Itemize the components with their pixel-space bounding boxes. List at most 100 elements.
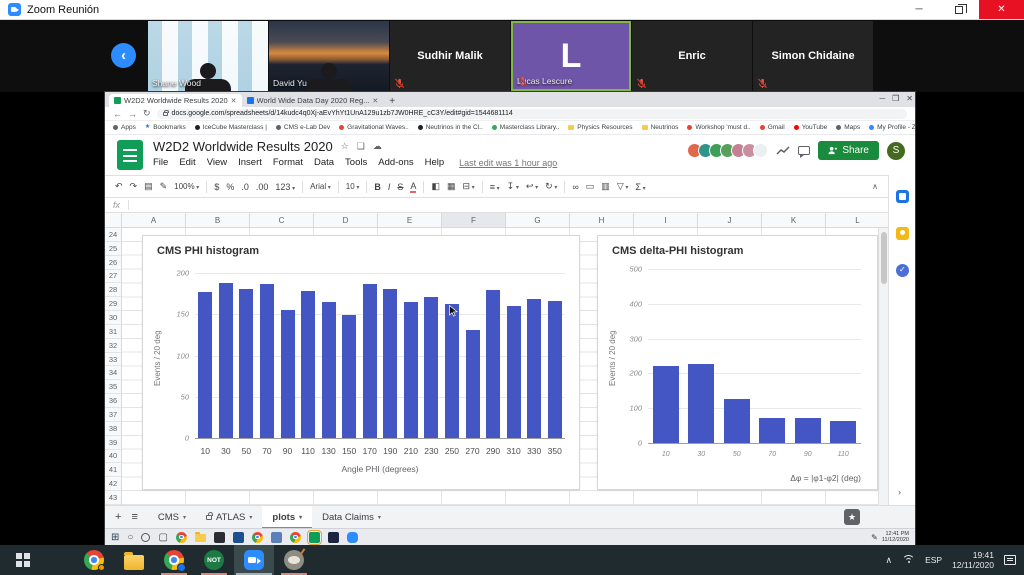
row-header-35[interactable]: 35 — [105, 380, 121, 394]
address-bar[interactable]: docs.google.com/spreadsheets/d/14kudc4q0… — [157, 109, 907, 119]
strikethrough-icon[interactable]: S — [397, 182, 403, 192]
bookmark-item[interactable]: Gravitational Waves.. — [339, 124, 409, 131]
merge-cells-icon[interactable]: ⊟ ▾ — [462, 181, 474, 192]
menu-view[interactable]: View — [207, 157, 227, 168]
search-icon[interactable]: ○ — [127, 532, 133, 543]
bold-icon[interactable]: B — [374, 182, 381, 192]
side-panel-expand-icon[interactable]: › — [898, 487, 901, 497]
chrome-icon[interactable] — [252, 532, 263, 543]
star-icon[interactable]: ☆ — [341, 141, 349, 152]
functions-icon[interactable]: Σ ▾ — [635, 182, 645, 192]
participant-tile[interactable]: Simon Chidaine — [753, 21, 873, 91]
column-header-D[interactable]: D — [314, 213, 378, 227]
bookmark-item[interactable]: CMS e-Lab Dev — [276, 124, 330, 131]
sheet-tab-caret-icon[interactable]: ▾ — [378, 514, 381, 521]
chrome-restore-button[interactable]: ❒ — [892, 94, 899, 103]
bookmark-item[interactable]: ★Bookmarks — [145, 124, 186, 131]
row-header-33[interactable]: 33 — [105, 353, 121, 367]
zoom-icon[interactable] — [347, 532, 358, 543]
paint-format-icon[interactable]: ✎ — [160, 181, 168, 192]
app-navy-icon[interactable] — [328, 532, 339, 543]
bookmark-item[interactable]: My Profile - Zoom — [869, 124, 915, 131]
text-color-icon[interactable]: A — [410, 181, 416, 193]
bookmark-item[interactable]: Neutrinos in the Cl.. — [418, 124, 483, 131]
tab-close-icon[interactable]: ✕ — [231, 97, 237, 105]
column-header-I[interactable]: I — [634, 213, 698, 227]
file-explorer-icon-slot[interactable] — [114, 545, 154, 575]
collapse-video-strip-button[interactable]: ‹ — [111, 43, 136, 68]
sheet-tab-plots[interactable]: plots▾ — [262, 506, 312, 529]
currency-icon[interactable]: $ — [214, 182, 219, 192]
scrollbar-thumb[interactable] — [881, 232, 887, 284]
row-header-25[interactable]: 25 — [105, 242, 121, 256]
app-blue-icon[interactable] — [233, 532, 244, 543]
minimize-button[interactable]: ─ — [899, 0, 939, 19]
participant-tile[interactable]: David Yu — [269, 21, 389, 91]
column-header-K[interactable]: K — [762, 213, 826, 227]
font-select[interactable]: Arial ▾ — [310, 182, 331, 191]
participant-tile[interactable]: Sudhir Malik — [390, 21, 510, 91]
close-button[interactable]: ✕ — [979, 0, 1024, 19]
column-header-A[interactable]: A — [122, 213, 186, 227]
column-header-F[interactable]: F — [442, 213, 506, 227]
italic-icon[interactable]: I — [388, 182, 391, 192]
participant-tile[interactable]: Enric — [632, 21, 752, 91]
menu-edit[interactable]: Edit — [179, 157, 195, 168]
bookmark-item[interactable]: Gmail — [760, 124, 785, 131]
notification-center-icon[interactable] — [1004, 555, 1016, 565]
row-header-32[interactable]: 32 — [105, 339, 121, 353]
toolbar-collapse-icon[interactable]: ∧ — [872, 182, 878, 191]
bookmark-item[interactable]: Masterclass Library.. — [492, 124, 559, 131]
sheet-tab-data-claims[interactable]: Data Claims▾ — [312, 506, 391, 529]
borders-icon[interactable]: ▦ — [447, 181, 456, 192]
row-header-38[interactable]: 38 — [105, 422, 121, 436]
browser-tab[interactable]: World Wide Data Day 2020 Reg...✕ — [242, 94, 384, 107]
bookmark-item[interactable]: YouTube — [794, 124, 828, 131]
new-tab-button[interactable]: + — [389, 96, 395, 107]
menu-tools[interactable]: Tools — [345, 157, 367, 168]
sheets-icon[interactable] — [309, 532, 320, 543]
move-folder-icon[interactable]: ❏ — [357, 141, 365, 152]
row-header-36[interactable]: 36 — [105, 394, 121, 408]
column-header-B[interactable]: B — [186, 213, 250, 227]
bookmark-item[interactable]: Apps — [113, 124, 136, 131]
column-header-E[interactable]: E — [378, 213, 442, 227]
tab-close-icon[interactable]: ✕ — [372, 97, 378, 105]
row-header-34[interactable]: 34 — [105, 366, 121, 380]
hidden-icons-chevron[interactable]: ∧ — [885, 555, 892, 566]
vertical-align-icon[interactable]: ↧ ▾ — [507, 181, 519, 192]
insert-chart-icon[interactable]: ▥ — [601, 181, 610, 192]
last-edit-link[interactable]: Last edit was 1 hour ago — [459, 158, 557, 168]
chrome-close-button[interactable]: ✕ — [906, 94, 913, 103]
zoom-select[interactable]: 100% ▾ — [174, 182, 199, 191]
chart-cms-phi-histogram[interactable]: CMS PHI histogram05010015020010305070901… — [142, 235, 580, 490]
bookmark-item[interactable]: Physics Resources — [568, 124, 632, 131]
comment-history-icon[interactable] — [798, 146, 810, 155]
sheet-tab-caret-icon[interactable]: ▾ — [249, 514, 252, 521]
insert-link-icon[interactable]: ∞ — [572, 182, 578, 192]
more-formats-icon[interactable]: 123 ▾ — [275, 182, 295, 192]
redo-icon[interactable]: ↷ — [130, 181, 138, 192]
participant-tile[interactable]: Shane Wood — [148, 21, 268, 91]
cortana-icon[interactable] — [141, 533, 150, 542]
row-header-40[interactable]: 40 — [105, 450, 121, 464]
activity-dashboard-icon[interactable] — [776, 146, 790, 156]
menu-data[interactable]: Data — [314, 157, 334, 168]
row-header-26[interactable]: 26 — [105, 256, 121, 270]
forward-icon[interactable]: → — [128, 109, 137, 119]
increase-decimals-icon[interactable]: .00 — [256, 182, 269, 192]
row-header-42[interactable]: 42 — [105, 477, 121, 491]
chrome-icon-slot[interactable] — [74, 545, 114, 575]
row-header-31[interactable]: 31 — [105, 325, 121, 339]
menu-insert[interactable]: Insert — [238, 157, 262, 168]
explore-button[interactable]: ★ — [844, 509, 860, 525]
row-header-30[interactable]: 30 — [105, 311, 121, 325]
row-header-24[interactable]: 24 — [105, 228, 121, 242]
select-all-corner[interactable] — [105, 213, 122, 227]
app-dark-icon[interactable] — [214, 532, 225, 543]
bookmark-item[interactable]: IceCube Masterclass | — [195, 124, 267, 131]
menu-format[interactable]: Format — [273, 157, 303, 168]
calendar-icon[interactable] — [896, 190, 909, 203]
keyboard-language[interactable]: ESP — [925, 555, 942, 565]
row-header-28[interactable]: 28 — [105, 283, 121, 297]
